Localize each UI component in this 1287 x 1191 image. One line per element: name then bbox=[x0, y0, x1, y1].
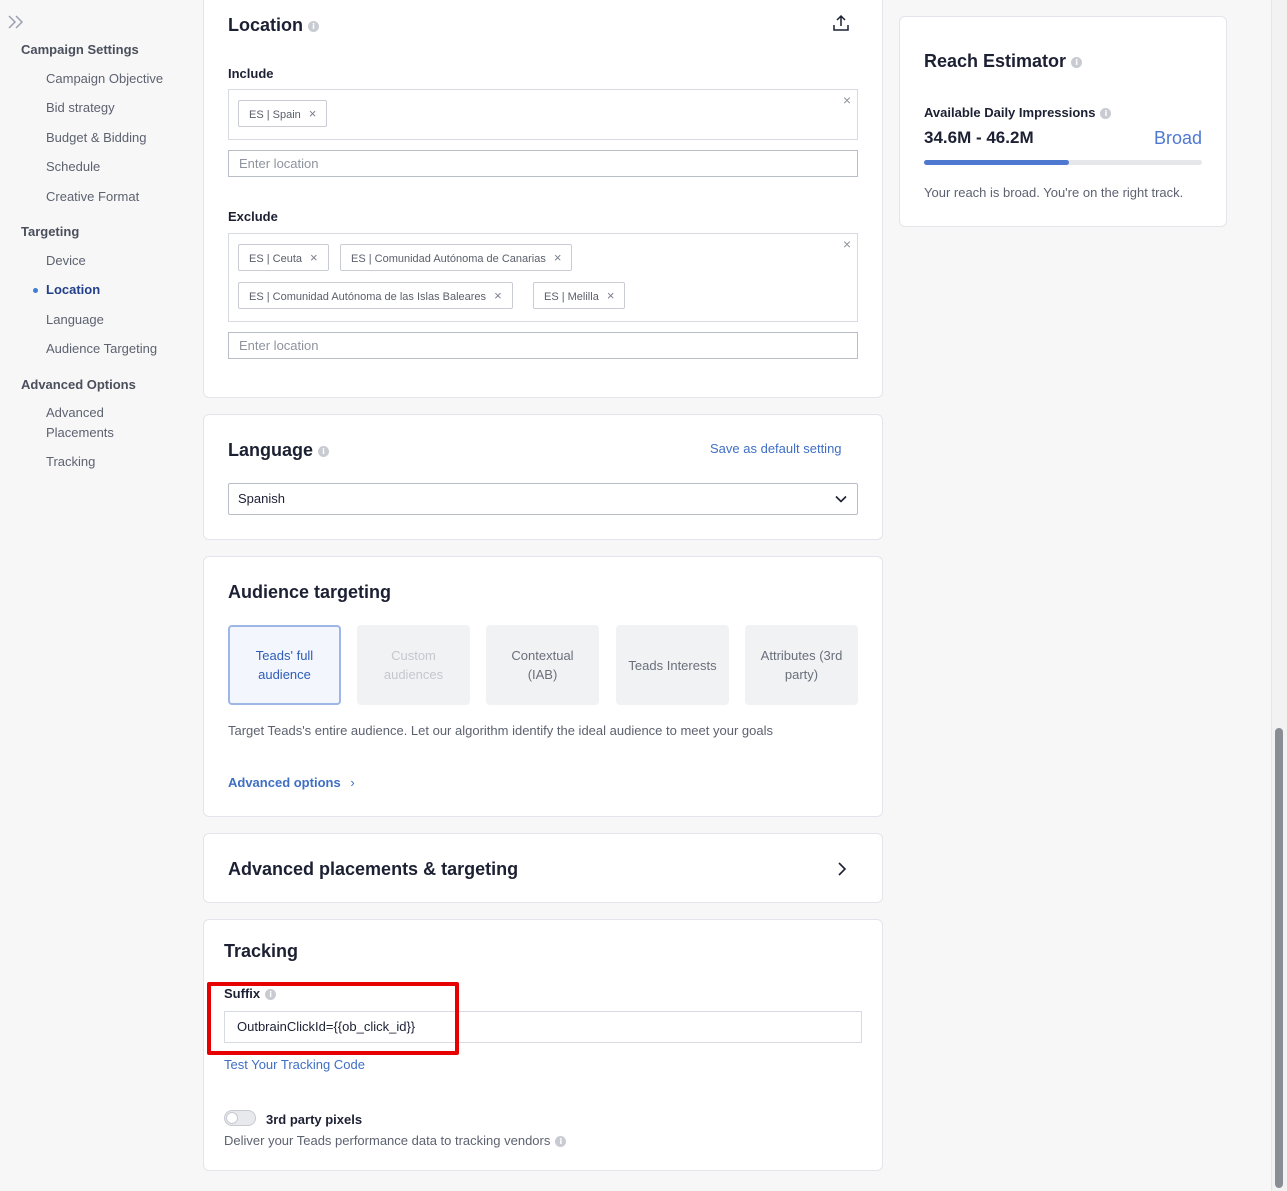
nav-item-location[interactable]: Location bbox=[46, 280, 186, 300]
tracking-title: Tracking bbox=[224, 941, 299, 961]
exclude-tags-box[interactable]: ES | Ceuta × ES | Comunidad Autónoma de C… bbox=[228, 233, 858, 322]
nav-group-campaign-settings[interactable]: Campaign Settings bbox=[21, 42, 139, 57]
expand-sidebar-icon[interactable] bbox=[6, 12, 26, 32]
reach-estimator-card: Reach Estimator i Available Daily Impress… bbox=[899, 16, 1227, 227]
exclude-tag: ES | Comunidad Autónoma de las Islas Bal… bbox=[238, 282, 513, 309]
remove-tag-icon[interactable]: × bbox=[309, 106, 317, 121]
clear-include-icon[interactable]: × bbox=[843, 92, 851, 108]
pixels-toggle[interactable] bbox=[224, 1110, 256, 1126]
impressions-range: 34.6M - 46.2M bbox=[924, 128, 1034, 147]
audience-card: Audience targeting Teads' full audience … bbox=[203, 556, 883, 817]
reach-progress-bar bbox=[924, 160, 1202, 165]
nav-item-bid-strategy[interactable]: Bid strategy bbox=[46, 98, 186, 118]
advanced-options-link[interactable]: Advanced options › bbox=[228, 775, 355, 790]
scrollbar-track[interactable] bbox=[1271, 0, 1287, 1191]
nav-item-audience-targeting[interactable]: Audience Targeting bbox=[46, 339, 186, 359]
audience-option-attributes[interactable]: Attributes (3rd party) bbox=[745, 625, 858, 705]
audience-option-custom: Custom audiences bbox=[357, 625, 470, 705]
chevron-right-icon[interactable] bbox=[836, 862, 848, 876]
remove-tag-icon[interactable]: × bbox=[494, 288, 502, 303]
pixels-description: Deliver your Teads performance data to t… bbox=[224, 1133, 567, 1148]
audience-title: Audience targeting bbox=[228, 582, 392, 602]
exclude-tag: ES | Melilla × bbox=[533, 282, 626, 309]
language-select[interactable]: Spanish bbox=[228, 483, 858, 515]
info-icon[interactable]: i bbox=[265, 989, 277, 1001]
active-indicator bbox=[33, 288, 38, 293]
remove-tag-icon[interactable]: × bbox=[554, 250, 562, 265]
info-icon[interactable]: i bbox=[1100, 108, 1112, 120]
clear-exclude-icon[interactable]: × bbox=[843, 236, 851, 252]
exclude-label: Exclude bbox=[228, 209, 278, 224]
info-icon[interactable]: i bbox=[1071, 56, 1083, 68]
language-title: Language i bbox=[228, 440, 330, 461]
advanced-placements-card[interactable]: Advanced placements & targeting bbox=[203, 833, 883, 903]
save-default-link[interactable]: Save as default setting bbox=[710, 441, 842, 456]
reach-progress-fill bbox=[924, 160, 1069, 165]
exclude-tag: ES | Ceuta × bbox=[238, 244, 329, 271]
impressions-label: Available Daily Impressions i bbox=[924, 105, 1112, 120]
nav-item-tracking[interactable]: Tracking bbox=[46, 452, 186, 472]
location-title: Location i bbox=[228, 15, 319, 36]
info-icon[interactable]: i bbox=[555, 1136, 567, 1148]
suffix-label: Suffix i bbox=[224, 986, 277, 1001]
remove-tag-icon[interactable]: × bbox=[607, 288, 615, 303]
audience-option-full[interactable]: Teads' full audience bbox=[228, 625, 341, 705]
include-location-input[interactable]: Enter location bbox=[228, 150, 858, 177]
scrollbar-thumb[interactable] bbox=[1275, 728, 1283, 1188]
test-tracking-link[interactable]: Test Your Tracking Code bbox=[224, 1057, 365, 1072]
include-label: Include bbox=[228, 66, 274, 81]
chevron-down-icon bbox=[835, 495, 847, 503]
include-tag: ES | Spain × bbox=[238, 100, 328, 127]
nav-item-advanced-placements[interactable]: Advanced Placements bbox=[46, 403, 136, 443]
nav-item-budget-bidding[interactable]: Budget & Bidding bbox=[46, 128, 186, 148]
language-selected-value: Spanish bbox=[238, 491, 285, 506]
nav-item-language[interactable]: Language bbox=[46, 310, 186, 330]
chevron-right-icon: › bbox=[350, 775, 355, 790]
upload-icon[interactable] bbox=[831, 13, 851, 33]
nav-item-device[interactable]: Device bbox=[46, 251, 186, 271]
exclude-tag: ES | Comunidad Autónoma de Canarias × bbox=[340, 244, 573, 271]
reach-title: Reach Estimator i bbox=[924, 51, 1083, 72]
toggle-knob bbox=[226, 1112, 238, 1124]
location-card: Location i Include ES | Spain × × Enter lo… bbox=[203, 0, 883, 398]
audience-option-contextual[interactable]: Contextual (IAB) bbox=[486, 625, 599, 705]
reach-message: Your reach is broad. You're on the right… bbox=[924, 185, 1184, 200]
exclude-location-input[interactable]: Enter location bbox=[228, 332, 858, 359]
nav-item-campaign-objective[interactable]: Campaign Objective bbox=[46, 69, 186, 89]
nav-group-advanced-options[interactable]: Advanced Options bbox=[21, 377, 136, 392]
audience-description: Target Teads's entire audience. Let our … bbox=[228, 723, 773, 738]
include-tags-box[interactable]: ES | Spain × × bbox=[228, 89, 858, 140]
nav-group-targeting[interactable]: Targeting bbox=[21, 224, 79, 239]
nav-item-creative-format[interactable]: Creative Format bbox=[46, 187, 186, 207]
suffix-input[interactable]: OutbrainClickId={{ob_click_id}} bbox=[224, 1011, 862, 1043]
info-icon[interactable]: i bbox=[308, 20, 319, 32]
nav-item-schedule[interactable]: Schedule bbox=[46, 157, 186, 177]
tracking-card: Tracking Suffix i OutbrainClickId={{ob_cl… bbox=[203, 919, 883, 1171]
audience-option-interests[interactable]: Teads Interests bbox=[616, 625, 729, 705]
pixels-label: 3rd party pixels bbox=[266, 1112, 363, 1127]
remove-tag-icon[interactable]: × bbox=[310, 250, 318, 265]
info-icon[interactable]: i bbox=[318, 445, 330, 457]
advanced-placements-title: Advanced placements & targeting bbox=[228, 859, 519, 879]
language-card: Language i Save as default setting Spanis… bbox=[203, 414, 883, 540]
reach-level: Broad bbox=[1153, 128, 1202, 148]
